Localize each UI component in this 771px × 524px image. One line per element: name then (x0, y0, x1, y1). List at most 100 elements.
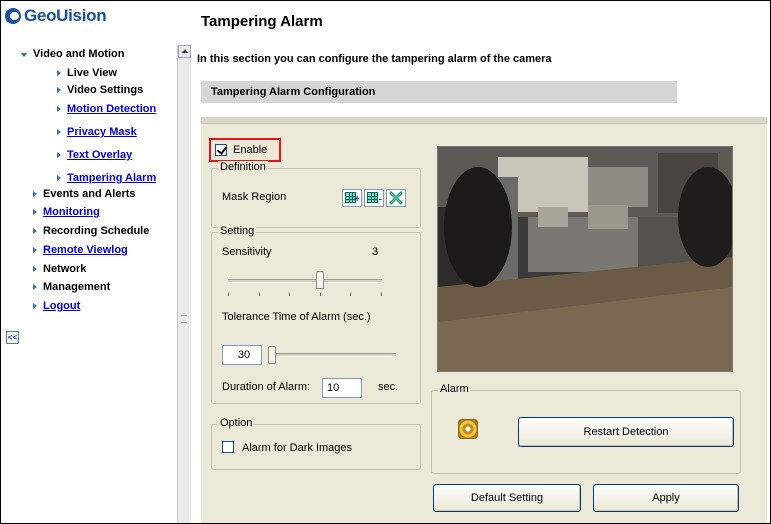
sidebar-item-events-and-alerts[interactable]: Events and Alerts (33, 187, 136, 201)
sidebar-item-label: Remote Viewlog (43, 244, 128, 256)
default-setting-label: Default Setting (470, 492, 544, 504)
apply-button[interactable]: Apply (593, 484, 739, 512)
tolerance-slider[interactable] (268, 343, 396, 367)
camera-preview (437, 146, 733, 372)
browser-frame: GeoUision Video and Motion Live View Vid… (0, 0, 771, 524)
chevron-right-icon (57, 175, 61, 181)
sidebar-item-label: Video and Motion (33, 48, 125, 60)
sensitivity-tick (350, 293, 351, 296)
tolerance-slider-thumb[interactable] (268, 346, 276, 364)
sensitivity-slider-thumb[interactable] (316, 271, 324, 289)
sensitivity-tick (320, 293, 321, 296)
section-title: Tampering Alarm Configuration (211, 86, 376, 98)
sidebar-item-tampering-alarm[interactable]: Tampering Alarm (57, 171, 156, 185)
default-setting-button[interactable]: Default Setting (433, 484, 581, 512)
sidebar-item-label: Motion Detection (67, 103, 157, 115)
restart-detection-label: Restart Detection (583, 426, 669, 438)
sidebar-item-label: Recording Schedule (43, 225, 150, 237)
main-content: Tampering Alarm In this section you can … (197, 1, 771, 523)
chevron-right-icon (33, 266, 37, 272)
sidebar-item-label: Privacy Mask (67, 126, 137, 138)
page-title: Tampering Alarm (201, 13, 323, 30)
dark-images-checkbox[interactable] (222, 441, 234, 453)
enable-highlight: Enable (209, 138, 281, 162)
setting-group: Setting Sensitivity 3 Tolerance Time of … (211, 225, 421, 404)
geovision-logo-icon (5, 8, 21, 24)
section-header: Tampering Alarm Configuration (201, 81, 677, 103)
alarm-indicator-icon (458, 419, 478, 439)
apply-label: Apply (652, 492, 680, 504)
chevron-down-icon (21, 52, 27, 57)
sidebar-item-label: Events and Alerts (43, 188, 136, 200)
sidebar-item-network[interactable]: Network (33, 262, 86, 276)
sidebar-item-label: Live View (67, 67, 117, 79)
chevron-right-icon (33, 247, 37, 253)
sidebar-item-recording-schedule[interactable]: Recording Schedule (33, 224, 149, 238)
tolerance-input[interactable]: 30 (222, 345, 262, 365)
collapse-sidebar-button[interactable]: << (6, 331, 19, 344)
sidebar-item-motion-detection[interactable]: Motion Detection (57, 102, 156, 116)
sensitivity-value: 3 (372, 246, 379, 258)
sidebar-item-management[interactable]: Management (33, 280, 110, 294)
sidebar-item-privacy-mask[interactable]: Privacy Mask (57, 125, 137, 139)
duration-label: Duration of Alarm: (222, 381, 311, 393)
geovision-logo: GeoUision (5, 3, 107, 29)
sidebar: GeoUision Video and Motion Live View Vid… (1, 1, 179, 523)
tolerance-label: Tolerance Time of Alarm (sec.) (222, 311, 371, 323)
dark-images-label: Alarm for Dark Images (242, 442, 353, 454)
chevron-right-icon (57, 70, 61, 76)
sensitivity-label: Sensitivity (222, 246, 272, 258)
clear-mask-icon[interactable] (386, 189, 406, 207)
chevron-right-icon (33, 228, 37, 234)
sidebar-item-logout[interactable]: Logout (33, 299, 80, 313)
scroll-grip-icon (181, 315, 187, 323)
setting-legend: Setting (218, 225, 257, 237)
duration-unit: sec. (378, 381, 399, 393)
sidebar-scrollbar[interactable] (177, 45, 191, 523)
sidebar-item-video-settings[interactable]: Video Settings (57, 83, 143, 97)
alarm-group: Alarm Restart Detection (431, 383, 741, 474)
sidebar-item-label: Management (43, 281, 111, 293)
option-group: Option Alarm for Dark Images (211, 417, 421, 470)
sidebar-item-label: Video Settings (67, 84, 144, 96)
chevron-right-icon (33, 284, 37, 290)
sidebar-item-label: Tampering Alarm (67, 172, 157, 184)
scroll-up-icon[interactable] (178, 45, 191, 58)
sidebar-item-label: Text Overlay (67, 149, 133, 161)
duration-input[interactable]: 10 (322, 378, 362, 398)
restart-detection-button[interactable]: Restart Detection (518, 417, 734, 447)
chevron-right-icon (33, 191, 37, 197)
sidebar-item-text-overlay[interactable]: Text Overlay (57, 148, 132, 162)
camera-image (438, 147, 732, 371)
sidebar-item-remote-viewlog[interactable]: Remote Viewlog (33, 243, 128, 257)
remove-mask-icon[interactable]: - (364, 189, 384, 207)
option-legend: Option (218, 417, 255, 429)
definition-group: Definition Mask Region + - (211, 161, 421, 228)
mask-region-label: Mask Region (222, 191, 287, 203)
sidebar-item-label: Logout (43, 300, 81, 312)
chevron-right-icon (57, 106, 61, 112)
logo-text: GeoUision (24, 6, 107, 25)
sensitivity-tick (228, 293, 229, 296)
chevron-right-icon (33, 209, 37, 215)
add-mask-icon[interactable]: + (342, 189, 362, 207)
enable-checkbox[interactable] (215, 144, 227, 156)
sensitivity-tick (289, 293, 290, 296)
sensitivity-tick (381, 293, 382, 296)
config-panel: Enable Definition Mask Region + - Settin… (201, 123, 767, 523)
alarm-legend: Alarm (438, 383, 471, 395)
sensitivity-slider[interactable] (228, 269, 382, 299)
sidebar-item-live-view[interactable]: Live View (57, 66, 117, 80)
chevron-right-icon (33, 303, 37, 309)
chevron-right-icon (57, 87, 61, 93)
sidebar-item-label: Network (43, 263, 87, 275)
chevron-right-icon (57, 129, 61, 135)
sensitivity-tick (259, 293, 260, 296)
sidebar-item-video-and-motion[interactable]: Video and Motion (21, 47, 124, 61)
definition-legend: Definition (218, 161, 268, 173)
enable-label: Enable (233, 144, 268, 156)
sidebar-item-label: Monitoring (43, 206, 100, 218)
sidebar-item-monitoring[interactable]: Monitoring (33, 205, 100, 219)
page-description: In this section you can configure the ta… (197, 53, 552, 65)
chevron-right-icon (57, 152, 61, 158)
